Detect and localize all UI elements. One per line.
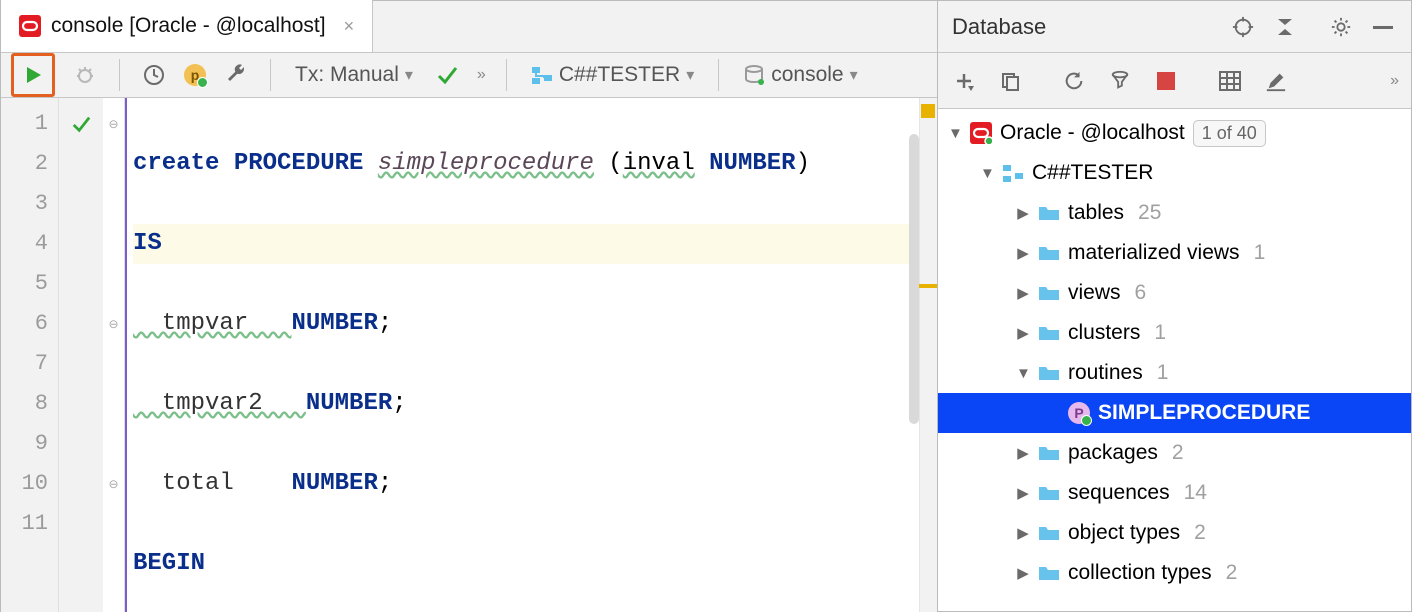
separator xyxy=(718,59,719,91)
chevron-right-icon: ▶ xyxy=(1016,524,1030,542)
oracle-icon xyxy=(19,15,41,37)
history-icon[interactable] xyxy=(140,61,168,89)
chevron-right-icon: ▶ xyxy=(1016,204,1030,222)
edit-icon[interactable] xyxy=(1262,67,1290,95)
error-stripe[interactable] xyxy=(919,98,937,612)
bug-icon[interactable] xyxy=(71,61,99,89)
procedure-icon: P xyxy=(1068,402,1090,424)
tree-node-packages[interactable]: ▶packages2 xyxy=(938,433,1411,473)
chevron-right-icon: ▶ xyxy=(1016,484,1030,502)
check-icon xyxy=(71,114,91,134)
refresh-icon[interactable] xyxy=(1060,67,1088,95)
close-icon[interactable]: × xyxy=(344,16,355,37)
folder-icon xyxy=(1038,244,1060,262)
wrench-icon[interactable] xyxy=(222,61,250,89)
db-tree[interactable]: ▼ Oracle - @localhost 1 of 40 ▼ C##TESTE… xyxy=(938,109,1411,611)
tree-node-clusters[interactable]: ▶clusters1 xyxy=(938,313,1411,353)
editor-tab[interactable]: console [Oracle - @localhost] × xyxy=(1,0,373,52)
more-icon[interactable]: » xyxy=(477,66,486,84)
tree-node-matviews[interactable]: ▶materialized views1 xyxy=(938,233,1411,273)
chevron-down-icon: ▾ xyxy=(405,65,413,85)
schema-selector[interactable]: C##TESTER ▾ xyxy=(527,63,698,87)
editor-tabs: console [Oracle - @localhost] × xyxy=(1,1,937,53)
tx-mode-button[interactable]: Tx: Manual ▾ xyxy=(291,63,417,87)
console-icon xyxy=(743,64,765,86)
database-tool-window: Database » ▼ Oracle - @localhost xyxy=(938,1,1411,611)
line-gutter: 1234567891011 xyxy=(1,98,59,612)
chevron-down-icon: ▼ xyxy=(1016,365,1030,382)
editor-toolbar: p Tx: Manual ▾ » C##TESTER ▾ xyxy=(1,53,937,98)
copy-icon[interactable] xyxy=(996,67,1024,95)
warning-marker[interactable] xyxy=(921,104,935,118)
folder-icon xyxy=(1038,444,1060,462)
more-icon[interactable]: » xyxy=(1390,72,1399,90)
chevron-down-icon: ▼ xyxy=(980,165,994,182)
folder-icon xyxy=(1038,204,1060,222)
tx-mode-label: Tx: Manual xyxy=(295,63,399,87)
datasource-node[interactable]: ▼ Oracle - @localhost 1 of 40 xyxy=(938,113,1411,153)
console-label: console xyxy=(771,63,843,87)
schema-node[interactable]: ▼ C##TESTER xyxy=(938,153,1411,193)
tree-node-routines[interactable]: ▼routines1 xyxy=(938,353,1411,393)
oracle-icon xyxy=(970,122,992,144)
folder-icon xyxy=(1038,524,1060,542)
warning-marker[interactable] xyxy=(919,284,937,288)
minimize-icon[interactable] xyxy=(1369,13,1397,41)
mark-gutter xyxy=(59,98,103,612)
tree-node-sequences[interactable]: ▶sequences14 xyxy=(938,473,1411,513)
tree-node-objtypes[interactable]: ▶object types2 xyxy=(938,513,1411,553)
tree-node-procedure[interactable]: PSIMPLEPROCEDURE xyxy=(938,393,1411,433)
code-area[interactable]: create PROCEDURE simpleprocedure (inval … xyxy=(125,98,937,612)
stop-icon[interactable] xyxy=(1152,67,1180,95)
app-root: console [Oracle - @localhost] × p Tx: Ma… xyxy=(0,0,1412,612)
datasource-count: 1 of 40 xyxy=(1193,120,1266,147)
chevron-down-icon: ▾ xyxy=(850,65,858,85)
chevron-down-icon: ▾ xyxy=(686,65,694,85)
p-badge-icon[interactable]: p xyxy=(184,64,206,86)
chevron-right-icon: ▶ xyxy=(1016,284,1030,302)
folder-icon xyxy=(1038,324,1060,342)
db-toolbar: » xyxy=(938,53,1411,109)
db-title: Database xyxy=(952,14,1215,40)
schema-icon xyxy=(1002,162,1024,184)
tree-node-views[interactable]: ▶views6 xyxy=(938,273,1411,313)
chevron-right-icon: ▶ xyxy=(1016,564,1030,582)
folder-icon xyxy=(1038,364,1060,382)
console-selector[interactable]: console ▾ xyxy=(739,63,861,87)
datasource-label: Oracle - @localhost xyxy=(1000,121,1185,145)
add-icon[interactable] xyxy=(950,67,978,95)
filter-icon[interactable] xyxy=(1106,67,1134,95)
tree-node-tables[interactable]: ▶tables25 xyxy=(938,193,1411,233)
target-icon[interactable] xyxy=(1229,13,1257,41)
tree-node-colltypes[interactable]: ▶collection types2 xyxy=(938,553,1411,593)
separator xyxy=(119,59,120,91)
chevron-down-icon: ▼ xyxy=(948,125,962,142)
separator xyxy=(270,59,271,91)
schema-label: C##TESTER xyxy=(1032,161,1153,185)
folder-icon xyxy=(1038,484,1060,502)
editor-tab-title: console [Oracle - @localhost] xyxy=(51,14,326,38)
table-icon[interactable] xyxy=(1216,67,1244,95)
chevron-right-icon: ▶ xyxy=(1016,244,1030,262)
play-icon xyxy=(23,65,43,85)
chevron-right-icon: ▶ xyxy=(1016,324,1030,342)
code-editor[interactable]: 1234567891011 ⊖⊖⊖ create PROCEDURE simpl… xyxy=(1,98,937,612)
folder-icon xyxy=(1038,564,1060,582)
schema-icon xyxy=(531,64,553,86)
schema-label: C##TESTER xyxy=(559,63,680,87)
folder-icon xyxy=(1038,284,1060,302)
chevron-right-icon: ▶ xyxy=(1016,444,1030,462)
separator xyxy=(506,59,507,91)
db-titlebar: Database xyxy=(938,1,1411,53)
collapse-icon[interactable] xyxy=(1271,13,1299,41)
run-button[interactable] xyxy=(11,53,55,97)
editor-pane: console [Oracle - @localhost] × p Tx: Ma… xyxy=(1,1,938,611)
scrollbar[interactable] xyxy=(909,134,919,424)
gear-icon[interactable] xyxy=(1327,13,1355,41)
commit-icon[interactable] xyxy=(433,61,461,89)
fold-gutter[interactable]: ⊖⊖⊖ xyxy=(103,98,125,612)
